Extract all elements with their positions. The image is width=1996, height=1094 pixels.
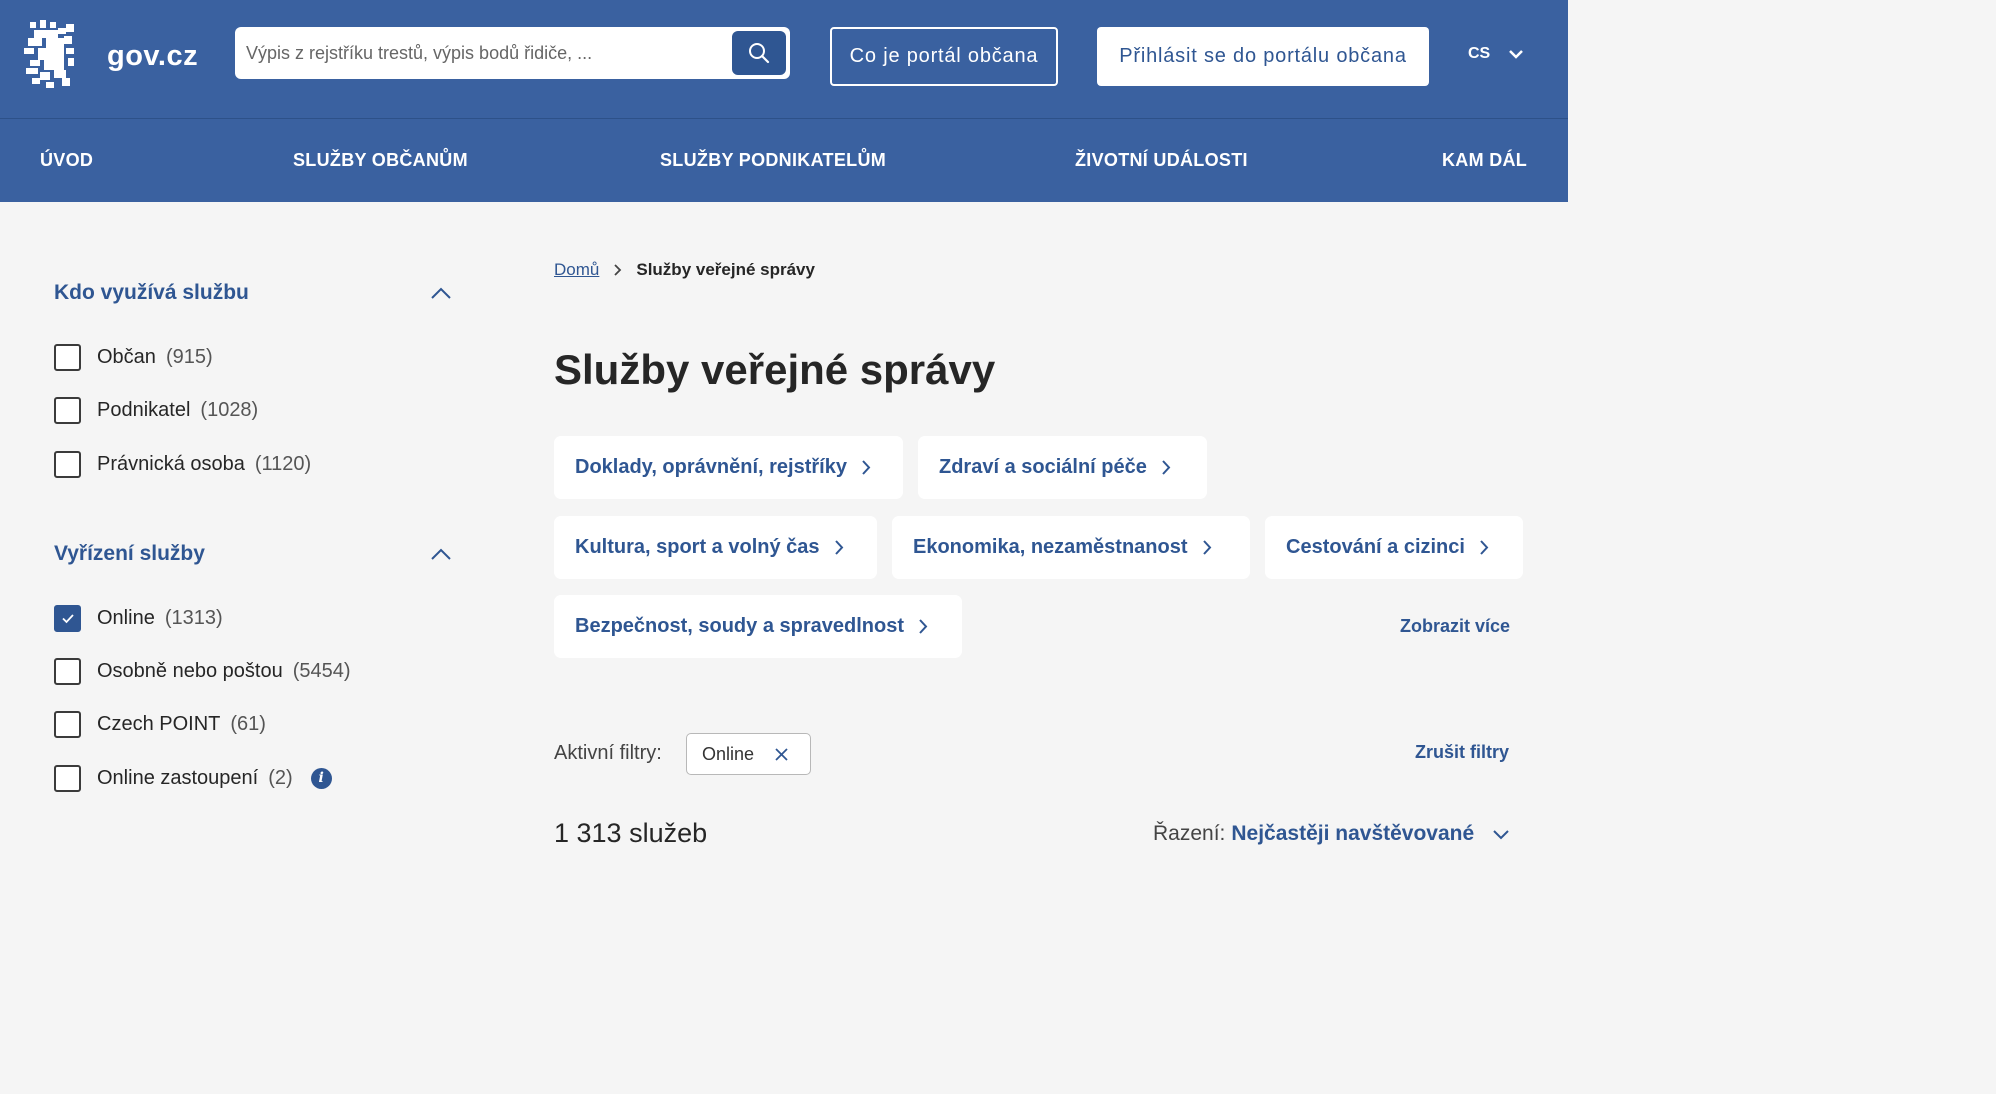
chevron-up-icon[interactable] (430, 547, 452, 561)
category-label: Bezpečnost, soudy a spravedlnost (575, 615, 904, 637)
search-box (235, 27, 790, 79)
filter-option-label: Podnikatel (97, 398, 191, 421)
filter-option-pravnicka-osoba[interactable]: Právnická osoba (1120) (54, 450, 311, 478)
brand-name[interactable]: gov.cz (107, 40, 198, 73)
filter-option-label: Online (97, 606, 155, 629)
checkmark-icon (61, 613, 74, 623)
chip-label: Online (702, 743, 755, 764)
chevron-right-icon (614, 264, 622, 276)
filter-option-label: Online zastoupení (97, 766, 259, 789)
checkbox[interactable] (54, 657, 81, 685)
filter-option-count: (5454) (292, 659, 351, 682)
checkbox[interactable] (54, 450, 81, 478)
filter-option-label: Právnická osoba (97, 452, 245, 475)
nav-item-sluzby-obcanum[interactable]: SLUŽBY OBČANŮM (293, 150, 468, 171)
page-title: Služby veřejné správy (554, 346, 996, 393)
filter-option-podnikatel[interactable]: Podnikatel (1028) (54, 396, 258, 424)
login-button[interactable]: Přihlásit se do portálu občana (1097, 27, 1429, 86)
chevron-down-icon (1509, 50, 1524, 59)
chevron-right-icon (1480, 540, 1489, 555)
result-count: 1 313 služeb (554, 818, 708, 848)
chevron-right-icon (1162, 460, 1171, 475)
breadcrumb-current: Služby veřejné správy (636, 260, 815, 279)
show-more-link[interactable]: Zobrazit více (1400, 616, 1510, 637)
category-tile-kultura[interactable]: Kultura, sport a volný čas (554, 516, 877, 579)
nav-item-zivotni-udalosti[interactable]: ŽIVOTNÍ UDÁLOSTI (1075, 150, 1248, 171)
active-filter-chip-online[interactable]: Online (686, 733, 811, 775)
filter-option-count: (1120) (254, 452, 312, 475)
breadcrumb: Domů Služby veřejné správy (554, 260, 815, 280)
checkbox[interactable] (54, 764, 81, 792)
site-header: gov.cz Co je portál občana Přihlásit se … (0, 0, 1568, 118)
filter-option-online-zastoupeni[interactable]: Online zastoupení (2) i (54, 764, 332, 792)
checkbox[interactable] (54, 396, 81, 424)
breadcrumb-home-link[interactable]: Domů (554, 260, 599, 280)
nav-item-uvod[interactable]: ÚVOD (40, 150, 93, 171)
category-tile-zdravi[interactable]: Zdraví a sociální péče (918, 436, 1207, 499)
language-selector[interactable]: CS (1468, 45, 1524, 63)
category-label: Doklady, oprávnění, rejstříky (575, 456, 847, 478)
category-label: Kultura, sport a volný čas (575, 536, 820, 558)
filter-option-count: (61) (230, 712, 266, 735)
category-label: Ekonomika, nezaměstnanost (913, 536, 1188, 558)
czech-lion-logo-icon[interactable] (24, 20, 78, 88)
active-filters-label: Aktivní filtry: (554, 742, 662, 764)
sort-label: Řazení: (1153, 822, 1226, 845)
clear-filters-link[interactable]: Zrušit filtry (1415, 742, 1509, 763)
filter-option-label: Osobně nebo poštou (97, 659, 283, 682)
search-icon (749, 43, 770, 64)
filter-option-obcan[interactable]: Občan (915) (54, 343, 213, 371)
filter-option-label: Občan (97, 345, 156, 368)
filter-option-count: (1028) (200, 398, 259, 421)
sort-dropdown[interactable]: Řazení: Nejčastěji navštěvované (1153, 822, 1510, 846)
filter-option-czech-point[interactable]: Czech POINT (61) (54, 710, 266, 738)
chevron-down-icon (1493, 829, 1509, 839)
chevron-right-icon (1202, 540, 1211, 555)
filter-option-online[interactable]: Online (1313) (54, 604, 223, 632)
search-input[interactable] (235, 27, 725, 79)
category-label: Cestování a cizinci (1286, 536, 1465, 558)
category-tile-bezpecnost[interactable]: Bezpečnost, soudy a spravedlnost (554, 595, 962, 658)
about-portal-button[interactable]: Co je portál občana (830, 27, 1058, 86)
checkbox[interactable] (54, 710, 81, 738)
category-label: Zdraví a sociální péče (939, 456, 1147, 478)
chevron-right-icon (862, 460, 871, 475)
close-icon[interactable] (774, 747, 789, 762)
chevron-right-icon (834, 540, 843, 555)
nav-item-sluzby-podnikatelum[interactable]: SLUŽBY PODNIKATELŮM (660, 150, 886, 171)
category-tile-doklady[interactable]: Doklady, oprávnění, rejstříky (554, 436, 903, 499)
filter-option-count: (915) (165, 345, 213, 368)
info-icon[interactable]: i (310, 767, 332, 789)
filter-option-count: (2) (268, 766, 293, 789)
category-tile-ekonomika[interactable]: Ekonomika, nezaměstnanost (892, 516, 1250, 579)
chevron-up-icon[interactable] (430, 286, 452, 300)
filter-option-count: (1313) (164, 606, 223, 629)
sort-value: Nejčastěji navštěvované (1231, 822, 1475, 845)
filter-group-title-users[interactable]: Kdo využívá službu (54, 281, 249, 305)
language-label: CS (1468, 45, 1491, 62)
main-navigation: ÚVOD SLUŽBY OBČANŮM SLUŽBY PODNIKATELŮM … (0, 118, 1568, 202)
filter-group-title-handling[interactable]: Vyřízení služby (54, 542, 205, 566)
filter-option-label: Czech POINT (97, 712, 221, 735)
category-tile-cestovani[interactable]: Cestování a cizinci (1265, 516, 1523, 579)
nav-item-kam-dal[interactable]: KAM DÁL (1442, 150, 1527, 171)
filter-option-osobne-nebo-postou[interactable]: Osobně nebo poštou (5454) (54, 657, 351, 685)
checkbox[interactable] (54, 343, 81, 371)
search-button[interactable] (732, 31, 786, 75)
checkbox-checked[interactable] (54, 604, 81, 632)
chevron-right-icon (919, 619, 928, 634)
